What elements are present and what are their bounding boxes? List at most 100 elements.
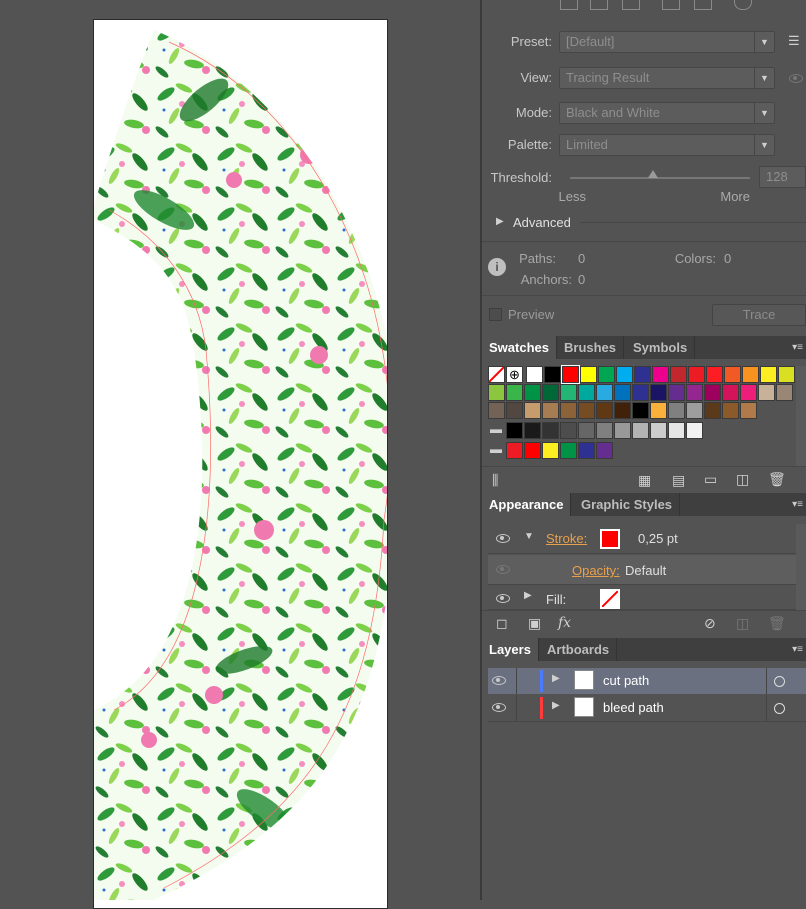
swatch[interactable]	[614, 402, 631, 419]
threshold-slider-track[interactable]	[570, 177, 750, 179]
fx-effects-icon[interactable]: fx	[558, 615, 571, 631]
swatch[interactable]	[506, 422, 523, 439]
tab-artboards[interactable]: Artboards	[540, 638, 618, 661]
disclosure-triangle-icon[interactable]: ▶	[552, 700, 560, 711]
layer-name[interactable]: bleed path	[603, 700, 664, 715]
panel-menu-icon[interactable]: ▾≡	[792, 499, 803, 510]
swatch[interactable]	[506, 402, 523, 419]
swatch[interactable]	[760, 366, 777, 383]
new-color-group-icon[interactable]: ▭	[704, 471, 717, 488]
disclosure-open-icon[interactable]: ▼	[524, 531, 534, 542]
swatch[interactable]	[542, 422, 559, 439]
swatches-scrollbar[interactable]	[796, 366, 806, 466]
panel-menu-icon[interactable]: ▾≡	[792, 644, 803, 655]
artboard[interactable]	[93, 19, 388, 909]
swatch[interactable]	[686, 402, 703, 419]
fill-label[interactable]: Fill:	[546, 592, 566, 607]
swatch[interactable]	[668, 384, 685, 401]
swatch[interactable]	[634, 366, 651, 383]
swatch[interactable]	[740, 384, 757, 401]
swatch[interactable]	[722, 384, 739, 401]
layer-name[interactable]: cut path	[603, 673, 649, 688]
swatch[interactable]	[596, 442, 613, 459]
swatch[interactable]	[524, 442, 541, 459]
swatch[interactable]	[614, 422, 631, 439]
black-white-icon[interactable]	[694, 0, 712, 10]
target-circle-icon[interactable]	[774, 703, 785, 714]
swatch[interactable]	[632, 384, 649, 401]
swatch[interactable]	[488, 402, 505, 419]
swatch[interactable]	[686, 422, 703, 439]
swatch[interactable]	[488, 384, 505, 401]
layer-row-cut-path[interactable]: ▶ cut path	[488, 668, 806, 694]
swatch[interactable]	[596, 402, 613, 419]
swatch[interactable]	[650, 422, 667, 439]
grayscale-icon[interactable]	[662, 0, 680, 10]
swatch[interactable]	[578, 402, 595, 419]
add-new-stroke-icon[interactable]: ◻	[496, 615, 508, 632]
swatch[interactable]	[596, 384, 613, 401]
preset-dropdown[interactable]: [Default] ▼	[559, 31, 775, 53]
list-menu-icon[interactable]: ☰	[788, 33, 800, 49]
add-new-fill-icon[interactable]: ▣	[528, 615, 541, 632]
preview-checkbox[interactable]	[489, 308, 502, 321]
swatch[interactable]	[524, 422, 541, 439]
show-swatch-kinds-icon[interactable]: ▦	[638, 472, 651, 489]
eye-icon[interactable]	[492, 676, 506, 685]
opacity-label[interactable]: Opacity:	[572, 563, 620, 578]
disclosure-triangle-icon[interactable]: ▶	[552, 673, 560, 684]
stroke-label[interactable]: Stroke:	[546, 531, 587, 546]
swatch[interactable]	[596, 422, 613, 439]
new-swatch-icon[interactable]: ◫	[736, 471, 749, 488]
threshold-input[interactable]: 128	[759, 166, 806, 188]
swatch[interactable]	[668, 422, 685, 439]
stroke-color-swatch[interactable]	[600, 529, 620, 549]
swatch[interactable]	[778, 366, 795, 383]
swatch[interactable]	[650, 402, 667, 419]
swatch[interactable]	[560, 384, 577, 401]
fill-row[interactable]: ▶ Fill:	[488, 586, 800, 610]
view-dropdown[interactable]: Tracing Result ▼	[559, 67, 775, 89]
swatch[interactable]	[580, 366, 597, 383]
color-group-folder-icon[interactable]: ▬	[490, 442, 502, 456]
document-canvas[interactable]	[0, 0, 480, 909]
clear-appearance-icon[interactable]: ⊘	[704, 615, 716, 632]
swatch[interactable]	[722, 402, 739, 419]
stroke-row[interactable]: ▼ Stroke: 0,25 pt	[488, 524, 800, 554]
auto-color-icon[interactable]	[560, 0, 578, 10]
swatch[interactable]	[542, 442, 559, 459]
swatch[interactable]	[560, 402, 577, 419]
low-color-icon[interactable]	[622, 0, 640, 10]
swatch-registration[interactable]: ⊕	[506, 366, 523, 383]
disclosure-triangle-icon[interactable]: ▶	[496, 216, 504, 227]
eye-icon[interactable]	[496, 534, 510, 543]
lock-column[interactable]	[516, 668, 517, 694]
swatch[interactable]	[506, 442, 523, 459]
disclosure-triangle-icon[interactable]: ▶	[524, 590, 532, 601]
mode-dropdown[interactable]: Black and White ▼	[559, 102, 775, 124]
tab-layers[interactable]: Layers	[482, 638, 539, 661]
swatch[interactable]	[704, 402, 721, 419]
swatch[interactable]	[578, 384, 595, 401]
swatch[interactable]	[578, 442, 595, 459]
swatch[interactable]	[560, 442, 577, 459]
swatch[interactable]	[668, 402, 685, 419]
swatch[interactable]	[544, 366, 561, 383]
swatch[interactable]	[652, 366, 669, 383]
swatch[interactable]	[524, 384, 541, 401]
swatch[interactable]	[542, 384, 559, 401]
opacity-row[interactable]: Opacity: Default	[488, 555, 800, 585]
stroke-weight-value[interactable]: 0,25 pt	[638, 531, 678, 546]
eye-icon[interactable]	[789, 74, 803, 83]
swatch[interactable]	[598, 366, 615, 383]
swatch[interactable]	[632, 402, 649, 419]
delete-swatch-icon[interactable]: 🗑	[768, 471, 786, 488]
swatch[interactable]	[578, 422, 595, 439]
swatch-options-icon[interactable]: ▤	[672, 472, 685, 489]
eye-icon[interactable]	[492, 703, 506, 712]
appearance-scrollbar[interactable]	[796, 524, 806, 610]
lock-column[interactable]	[516, 695, 517, 721]
swatch[interactable]	[704, 384, 721, 401]
advanced-label[interactable]: Advanced	[513, 215, 571, 230]
tab-graphic-styles[interactable]: Graphic Styles	[574, 493, 681, 516]
